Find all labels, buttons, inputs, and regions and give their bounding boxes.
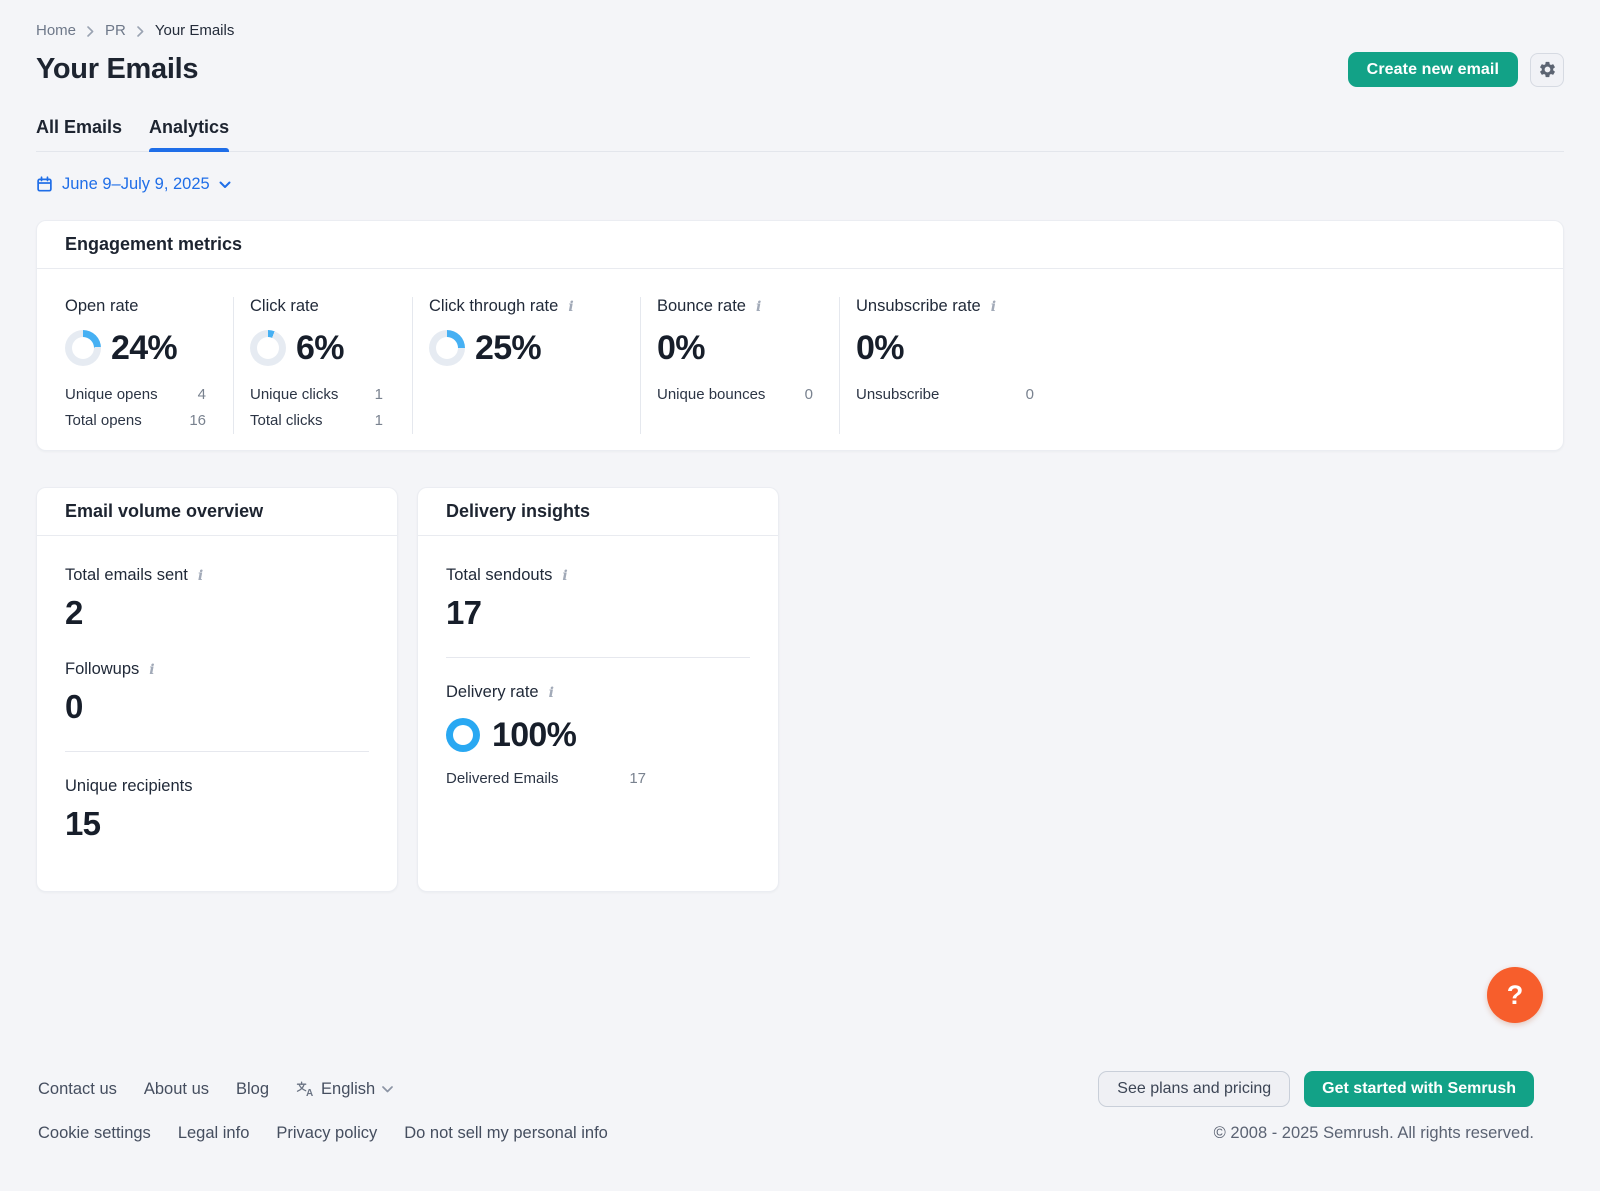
metric-value: 24%: [111, 329, 177, 368]
stat-row: Delivered Emails 17: [446, 770, 646, 787]
footer-link-contact-us[interactable]: Contact us: [38, 1080, 117, 1099]
footer-link-cookie-settings[interactable]: Cookie settings: [38, 1124, 151, 1143]
open-rate-donut: [65, 330, 101, 366]
language-selector[interactable]: A English: [296, 1080, 393, 1099]
breadcrumb-pr[interactable]: PR: [105, 22, 126, 39]
footer-link-about-us[interactable]: About us: [144, 1080, 209, 1099]
chevron-right-icon: [87, 26, 94, 37]
delivery-rate-label: Delivery rate: [446, 683, 539, 702]
info-icon[interactable]: i: [568, 300, 573, 314]
metric-label: Bounce rate: [657, 297, 746, 316]
metric-value: 25%: [475, 329, 541, 368]
tab-all-emails[interactable]: All Emails: [36, 117, 122, 151]
delivery-rate-donut: [446, 718, 480, 752]
tab-analytics[interactable]: Analytics: [149, 117, 229, 151]
metric-unsubscribe-rate: Unsubscribe rate i 0% Unsubscribe 0: [856, 297, 1535, 434]
page-title: Your Emails: [36, 53, 198, 86]
delivery-insights-card: Delivery insights Total sendouts i 17 De…: [417, 487, 779, 892]
breadcrumb-home[interactable]: Home: [36, 22, 76, 39]
stat-row: Total opens 16: [65, 408, 206, 434]
svg-text:A: A: [306, 1088, 313, 1097]
email-volume-card: Email volume overview Total emails sent …: [36, 487, 398, 892]
total-emails-sent-label: Total emails sent: [65, 566, 188, 585]
footer-link-legal-info[interactable]: Legal info: [178, 1124, 250, 1143]
stat-row: Total clicks 1: [250, 408, 383, 434]
divider: [446, 657, 750, 658]
create-new-email-button[interactable]: Create new email: [1348, 52, 1518, 87]
divider: [65, 751, 369, 752]
see-plans-button[interactable]: See plans and pricing: [1098, 1071, 1290, 1107]
chevron-down-icon: [382, 1086, 393, 1093]
footer-link-blog[interactable]: Blog: [236, 1080, 269, 1099]
followups-label: Followups: [65, 660, 139, 679]
metric-label: Open rate: [65, 297, 138, 316]
translate-icon: A: [296, 1081, 314, 1097]
click-through-rate-donut: [429, 330, 465, 366]
footer-link-privacy-policy[interactable]: Privacy policy: [276, 1124, 377, 1143]
breadcrumb: Home PR Your Emails: [36, 0, 1564, 39]
click-rate-donut: [250, 330, 286, 366]
followups-value: 0: [65, 688, 369, 726]
date-range-label: June 9–July 9, 2025: [62, 175, 210, 194]
get-started-button[interactable]: Get started with Semrush: [1304, 1071, 1534, 1107]
calendar-icon: [36, 176, 53, 193]
settings-button[interactable]: [1530, 53, 1564, 87]
stat-row: Unique clicks 1: [250, 382, 383, 408]
date-range-picker[interactable]: June 9–July 9, 2025: [36, 175, 231, 194]
info-icon[interactable]: i: [562, 569, 567, 583]
delivery-insights-title: Delivery insights: [446, 501, 750, 522]
delivery-rate-value: 100%: [492, 716, 576, 755]
your-emails-page: Home PR Your Emails Your Emails Create n…: [0, 0, 1600, 1191]
info-icon[interactable]: i: [756, 300, 761, 314]
engagement-card-title: Engagement metrics: [65, 234, 1535, 255]
total-sendouts-value: 17: [446, 594, 750, 632]
metric-click-through-rate: Click through rate i 25%: [429, 297, 641, 434]
footer: Contact us About us Blog A: [38, 1071, 1534, 1143]
unique-recipients-label: Unique recipients: [65, 777, 193, 796]
info-icon[interactable]: i: [549, 686, 554, 700]
delivered-emails-label: Delivered Emails: [446, 770, 559, 787]
metric-label: Unsubscribe rate: [856, 297, 981, 316]
total-sendouts-label: Total sendouts: [446, 566, 552, 585]
email-volume-title: Email volume overview: [65, 501, 369, 522]
info-icon[interactable]: i: [198, 569, 203, 583]
tabs: All Emails Analytics: [36, 117, 1564, 152]
unique-recipients-value: 15: [65, 805, 369, 843]
metric-bounce-rate: Bounce rate i 0% Unique bounces 0: [657, 297, 840, 434]
help-button[interactable]: ?: [1487, 967, 1543, 1023]
breadcrumb-current: Your Emails: [155, 22, 234, 39]
metric-value: 6%: [296, 329, 344, 368]
info-icon[interactable]: i: [149, 663, 154, 677]
metric-label: Click through rate: [429, 297, 558, 316]
stat-row: Unique opens 4: [65, 382, 206, 408]
metric-open-rate: Open rate 24% Unique opens 4 Total opens: [65, 297, 234, 434]
engagement-metrics-card: Engagement metrics Open rate 24% Unique …: [36, 220, 1564, 451]
stat-row: Unsubscribe 0: [856, 382, 1034, 408]
stat-row: Unique bounces 0: [657, 382, 813, 408]
chevron-right-icon: [137, 26, 144, 37]
chevron-down-icon: [219, 181, 231, 189]
delivered-emails-value: 17: [629, 770, 646, 787]
total-emails-sent-value: 2: [65, 594, 369, 632]
info-icon[interactable]: i: [991, 300, 996, 314]
metric-value: 0%: [856, 329, 904, 368]
metric-value: 0%: [657, 329, 705, 368]
metric-click-rate: Click rate 6% Unique clicks 1 Total clic…: [250, 297, 413, 434]
copyright-text: © 2008 - 2025 Semrush. All rights reserv…: [1214, 1124, 1534, 1143]
footer-link-do-not-sell[interactable]: Do not sell my personal info: [404, 1124, 608, 1143]
gear-icon: [1538, 60, 1557, 79]
metric-label: Click rate: [250, 297, 319, 316]
language-label: English: [321, 1080, 375, 1099]
